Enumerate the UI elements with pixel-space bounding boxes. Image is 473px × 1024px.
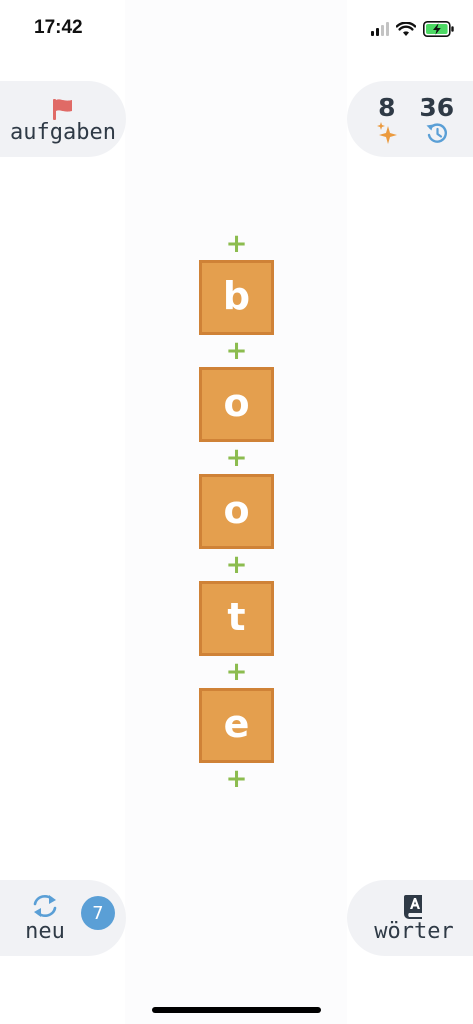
tasks-label: aufgaben (10, 119, 116, 145)
words-label: wörter (374, 918, 454, 944)
insert-letter-button[interactable]: + (199, 656, 274, 688)
new-word-content: neu (25, 893, 65, 944)
sparkle-icon (376, 122, 397, 144)
letter-tile[interactable]: b (199, 260, 274, 335)
stars-count: 8 (378, 93, 396, 122)
insert-letter-button[interactable]: + (199, 549, 274, 581)
history-count: 36 (419, 93, 455, 122)
home-indicator[interactable] (152, 1007, 321, 1013)
stars-stat: 8 (376, 94, 398, 144)
insert-letter-button[interactable]: + (199, 228, 274, 260)
stats-panel[interactable]: 8 36 (347, 81, 473, 157)
tasks-button[interactable]: aufgaben (0, 81, 126, 157)
flag-icon (53, 98, 72, 120)
history-icon (426, 123, 447, 143)
letter-tile[interactable]: e (199, 688, 274, 763)
insert-letter-button[interactable]: + (199, 335, 274, 367)
new-count-badge: 7 (80, 896, 115, 930)
letter-tile[interactable]: o (199, 367, 274, 442)
words-button[interactable]: wörter (347, 880, 473, 956)
new-label: neu (25, 918, 65, 944)
refresh-icon (33, 894, 57, 917)
history-stat: 36 (419, 94, 454, 144)
wifi-icon (396, 21, 416, 36)
new-word-button[interactable]: neu 7 (0, 880, 126, 956)
battery-charging-icon (423, 21, 454, 37)
status-time: 17:42 (34, 17, 83, 38)
status-icons (371, 18, 455, 40)
letter-tile[interactable]: o (199, 474, 274, 549)
insert-letter-button[interactable]: + (199, 442, 274, 474)
word-column: + b + o + o + t + e + (199, 228, 274, 795)
insert-letter-button[interactable]: + (199, 763, 274, 795)
cellular-signal-icon (371, 22, 389, 36)
dictionary-icon (404, 894, 422, 919)
letter-tile[interactable]: t (199, 581, 274, 656)
